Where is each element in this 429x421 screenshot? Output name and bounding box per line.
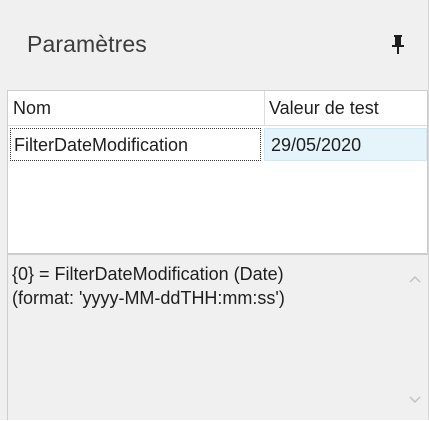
description-scrollbar[interactable] <box>402 255 428 421</box>
chevron-up-icon[interactable] <box>408 271 422 283</box>
parameter-value-cell[interactable]: 29/05/2020 <box>264 128 427 161</box>
description-line: (format: 'yyyy-MM-ddTHH:mm:ss') <box>12 288 285 308</box>
column-header-value[interactable]: Valeur de test <box>269 91 427 125</box>
description-line: {0} = FilterDateModification (Date) <box>12 264 284 284</box>
table-header: Nom Valeur de test <box>8 91 427 126</box>
parameters-panel: Paramètres Nom Valeur de test FilterDate… <box>0 0 429 420</box>
pin-icon[interactable] <box>387 33 409 57</box>
table-row[interactable]: FilterDateModification 29/05/2020 <box>8 128 427 161</box>
panel-header: Paramètres <box>0 0 428 90</box>
chevron-down-icon[interactable] <box>408 392 422 404</box>
description-text: {0} = FilterDateModification (Date) (for… <box>12 262 382 310</box>
panel-title: Paramètres <box>27 31 147 57</box>
parameter-name-cell[interactable]: FilterDateModification <box>10 128 261 161</box>
parameters-table: Nom Valeur de test FilterDateModificatio… <box>7 90 428 254</box>
parameter-description: {0} = FilterDateModification (Date) (for… <box>7 254 428 420</box>
column-header-name[interactable]: Nom <box>13 91 263 125</box>
column-divider[interactable] <box>264 91 265 125</box>
